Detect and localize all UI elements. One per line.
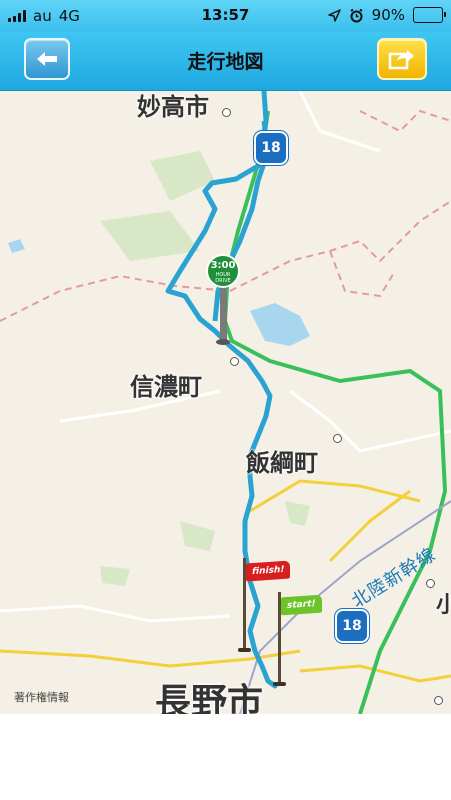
location-arrow-icon	[327, 8, 341, 22]
map-base	[0, 91, 451, 714]
status-bar: au 4G 13:57 90%	[0, 0, 451, 32]
drive-time-marker[interactable]: 3:00 HOUR DRIVE	[203, 254, 243, 353]
finish-flag-base	[238, 648, 251, 652]
place-dot-nagano-east	[434, 696, 443, 705]
minor-roads	[0, 91, 451, 623]
place-label-myoko: 妙高市	[137, 93, 209, 121]
place-dot-myoko	[222, 108, 231, 117]
share-button[interactable]	[377, 38, 427, 80]
route-shield-top: 18	[254, 131, 288, 165]
place-label-iizuna: 飯綱町	[246, 449, 318, 477]
start-flag-base	[273, 682, 286, 686]
finish-flag-label: finish!	[246, 560, 291, 582]
drive-badge-line2: DRIVE	[215, 278, 231, 284]
battery-percent: 90%	[371, 6, 405, 24]
alarm-clock-icon	[350, 8, 363, 22]
place-label-nagano: 長野市	[155, 682, 264, 714]
copyright-link[interactable]: 著作権情報	[14, 689, 69, 705]
share-arrow-icon	[388, 50, 414, 70]
place-dot-shinano	[230, 357, 239, 366]
bottom-blank-area	[0, 714, 451, 800]
pond	[8, 239, 25, 253]
place-label-edge: 小	[436, 593, 451, 618]
status-right: 90%	[327, 6, 446, 24]
place-dot-edge	[426, 579, 435, 588]
start-flag-label: start!	[281, 594, 322, 616]
route-shield-bottom: 18	[335, 609, 369, 643]
lake	[250, 303, 310, 346]
map-view[interactable]: 妙高市 信濃町 飯綱町 長野市 小 18 18 北陸新幹線 3:00 HOUR …	[0, 91, 451, 714]
battery-icon	[413, 7, 446, 23]
place-label-shinano: 信濃町	[130, 373, 202, 401]
nav-bar: 走行地図	[0, 32, 451, 91]
place-dot-iizuna	[333, 434, 342, 443]
drive-badge-time: 3:00	[210, 260, 236, 271]
